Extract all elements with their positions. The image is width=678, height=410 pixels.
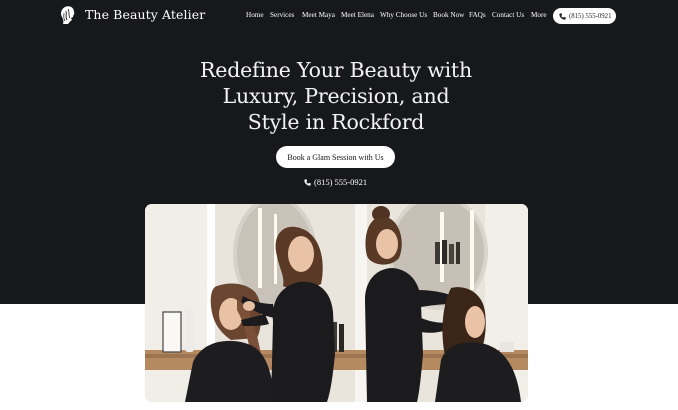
hero-title-line-1: Redefine Your Beauty with: [200, 58, 472, 82]
nav-services[interactable]: Services: [270, 11, 294, 23]
site-header: The Beauty Atelier Home Services Meet Ma…: [0, 0, 678, 32]
book-glam-session-button[interactable]: Book a Glam Session with Us: [276, 146, 395, 168]
nav-more[interactable]: More: [531, 11, 547, 23]
brand-name[interactable]: The Beauty Atelier: [85, 7, 205, 22]
hero-title: Redefine Your Beauty with Luxury, Precis…: [170, 57, 502, 135]
nav-contact-us[interactable]: Contact Us: [492, 11, 524, 23]
hero-title-line-2: Luxury, Precision, and: [222, 84, 450, 108]
phone-icon: [559, 12, 566, 20]
header-phone-number: (815) 555-0921: [569, 12, 612, 20]
nav-home[interactable]: Home: [246, 11, 264, 23]
nav-why-choose-us[interactable]: Why Choose Us: [380, 11, 427, 23]
nav-meet-maya[interactable]: Meet Maya: [302, 11, 335, 23]
nav-book-now[interactable]: Book Now: [433, 11, 464, 23]
hero-phone-number: (815) 555-0921: [314, 177, 368, 187]
hero-phone-link[interactable]: (815) 555-0921: [304, 176, 367, 188]
salon-hero-photo: [145, 204, 528, 402]
woman-profile-logo-icon[interactable]: [58, 5, 78, 25]
nav-faqs[interactable]: FAQs: [469, 11, 486, 23]
salon-photo-illustration: [145, 204, 528, 402]
nav-meet-elena[interactable]: Meet Elena: [341, 11, 374, 23]
phone-icon: [304, 178, 311, 186]
hero-title-line-3: Style in Rockford: [247, 110, 425, 134]
header-phone-button[interactable]: (815) 555-0921: [553, 8, 616, 24]
